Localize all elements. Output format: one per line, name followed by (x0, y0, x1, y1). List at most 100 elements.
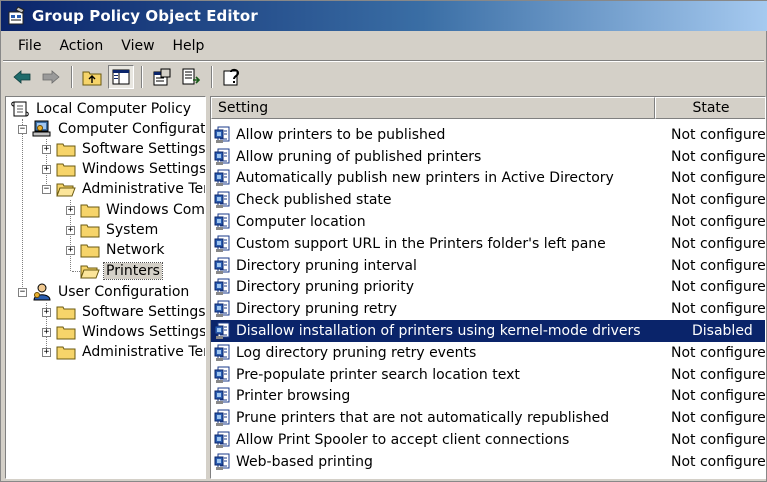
policy-row[interactable]: Custom support URL in the Printers folde… (211, 233, 765, 255)
tree-administrative-templates[interactable]: Administrative Templates (56, 179, 205, 199)
policy-setting-name: Custom support URL in the Printers folde… (236, 235, 606, 252)
policy-state: Not configured (671, 453, 766, 470)
tree-system[interactable]: System (80, 220, 160, 240)
column-header-state[interactable]: State (655, 97, 765, 119)
policy-setting-icon (214, 126, 232, 144)
policy-setting-name: Check published state (236, 192, 392, 209)
policy-setting-name: Directory pruning priority (236, 279, 414, 296)
policy-state: Not configured (671, 344, 766, 361)
toolbar-separator (71, 66, 73, 88)
tree-root-local-computer-policy[interactable]: Local Computer Policy (10, 99, 193, 119)
policy-setting-name: Allow printers to be published (236, 126, 446, 143)
policy-row[interactable]: Printer browsing Not configured (211, 386, 765, 408)
properties-icon (153, 68, 171, 86)
title-bar[interactable]: Group Policy Object Editor (1, 1, 767, 31)
folder-icon (80, 244, 100, 258)
policy-state: Not configured (671, 279, 766, 296)
tree-label: Administrative Templates (82, 181, 205, 197)
expand-toggle[interactable]: + (42, 165, 51, 174)
tree-user-software-settings[interactable]: Software Settings (56, 302, 206, 322)
expand-toggle[interactable]: + (42, 328, 51, 337)
policy-scroll-icon (11, 101, 29, 117)
show-hide-tree-button[interactable] (108, 65, 134, 89)
policy-state: Not configured (671, 170, 766, 187)
policy-setting-icon (214, 387, 232, 405)
policy-setting-icon (214, 148, 232, 166)
tree-label: Computer Configuration (58, 121, 206, 137)
folder-open-icon (80, 265, 100, 279)
export-list-button[interactable] (178, 65, 204, 89)
expand-toggle[interactable]: + (42, 145, 51, 154)
policy-setting-name: Printer browsing (236, 388, 351, 405)
policy-setting-icon (214, 235, 232, 253)
expand-toggle[interactable]: + (42, 308, 51, 317)
policy-setting-icon (214, 191, 232, 209)
back-button[interactable] (9, 65, 35, 89)
tree-windows-components[interactable]: Windows Components (80, 200, 205, 220)
policy-row[interactable]: Allow pruning of published printers Not c… (211, 146, 766, 168)
policy-row[interactable]: Directory pruning interval Not configured (211, 255, 766, 277)
tree-user-configuration[interactable]: User Configuration (32, 282, 191, 302)
tree-windows-settings[interactable]: Windows Settings (56, 159, 205, 179)
policy-state: Not configured (671, 257, 766, 274)
up-folder-icon (82, 71, 102, 86)
tree-computer-configuration[interactable]: Computer Configuration (32, 119, 206, 139)
policy-state: Not configured (671, 432, 766, 449)
policy-setting-icon (214, 322, 232, 340)
forward-button[interactable] (38, 65, 64, 89)
policy-list: Allow printers to be published Not config… (211, 124, 766, 473)
expand-toggle[interactable]: + (66, 246, 75, 255)
policy-setting-icon (214, 300, 232, 318)
folder-icon (80, 224, 100, 238)
policy-row[interactable]: Web-based printing Not configured (211, 451, 766, 473)
folder-icon (56, 326, 76, 340)
menu-bar: File Action View Help (1, 33, 767, 59)
properties-button[interactable] (149, 65, 175, 89)
tree-network[interactable]: Network (80, 240, 166, 260)
tree-label: Windows Settings (82, 324, 206, 340)
help-button[interactable] (219, 65, 245, 89)
folder-open-icon (56, 183, 76, 197)
tree-software-settings[interactable]: Software Settings (56, 139, 205, 159)
policy-row[interactable]: Computer location Not configured (211, 211, 766, 233)
forward-icon (42, 70, 60, 84)
export-list-icon (182, 68, 201, 85)
policy-state: Not configured (671, 192, 766, 209)
collapse-toggle[interactable]: − (18, 288, 27, 297)
policy-row[interactable]: Check published state Not configured (211, 189, 766, 211)
policy-row[interactable]: Allow printers to be published Not config… (211, 124, 765, 146)
menu-view[interactable]: View (112, 36, 163, 56)
menu-help[interactable]: Help (164, 36, 214, 56)
expand-toggle[interactable]: + (66, 206, 75, 215)
policy-row[interactable]: Allow Print Spooler to accept client con… (211, 429, 766, 451)
menu-file[interactable]: File (9, 36, 50, 56)
policy-setting-name: Log directory pruning retry events (236, 344, 477, 361)
tree-label: Software Settings (82, 304, 206, 320)
collapse-toggle[interactable]: − (42, 185, 51, 194)
user-icon (33, 283, 51, 301)
policy-row[interactable]: Directory pruning priority Not configured (211, 277, 766, 299)
policy-state: Not configured (671, 148, 766, 165)
expand-toggle[interactable]: + (42, 348, 51, 357)
policy-row[interactable]: Pre-populate printer search location tex… (211, 364, 765, 386)
tree-label: Windows Components (106, 202, 205, 218)
up-one-level-button[interactable] (79, 65, 105, 89)
policy-row[interactable]: Log directory pruning retry events Not co… (211, 342, 766, 364)
column-header-setting[interactable]: Setting (211, 97, 655, 119)
menu-action[interactable]: Action (50, 36, 112, 56)
collapse-toggle[interactable]: − (18, 125, 27, 134)
tree-user-windows-settings[interactable]: Windows Settings (56, 322, 206, 342)
tree-label: System (106, 222, 159, 238)
policy-row[interactable]: Prune printers that are not automaticall… (211, 407, 765, 429)
policy-state: Not configured (671, 214, 766, 231)
policy-row[interactable]: Disallow installation of printers using … (211, 320, 765, 342)
details-list-pane[interactable]: Setting State Allow printers to be publi… (210, 96, 766, 479)
tree-user-administrative-templates[interactable]: Administrative Templates (56, 342, 205, 362)
tree-printers[interactable]: Printers (80, 261, 163, 281)
toolbar (1, 63, 767, 91)
tree-pane[interactable]: Local Computer Policy − Computer Configu… (5, 96, 206, 479)
folder-icon (56, 163, 76, 177)
policy-row[interactable]: Directory pruning retry Not configured (211, 298, 765, 320)
policy-row[interactable]: Automatically publish new printers in Ac… (211, 168, 766, 190)
expand-toggle[interactable]: + (66, 226, 75, 235)
